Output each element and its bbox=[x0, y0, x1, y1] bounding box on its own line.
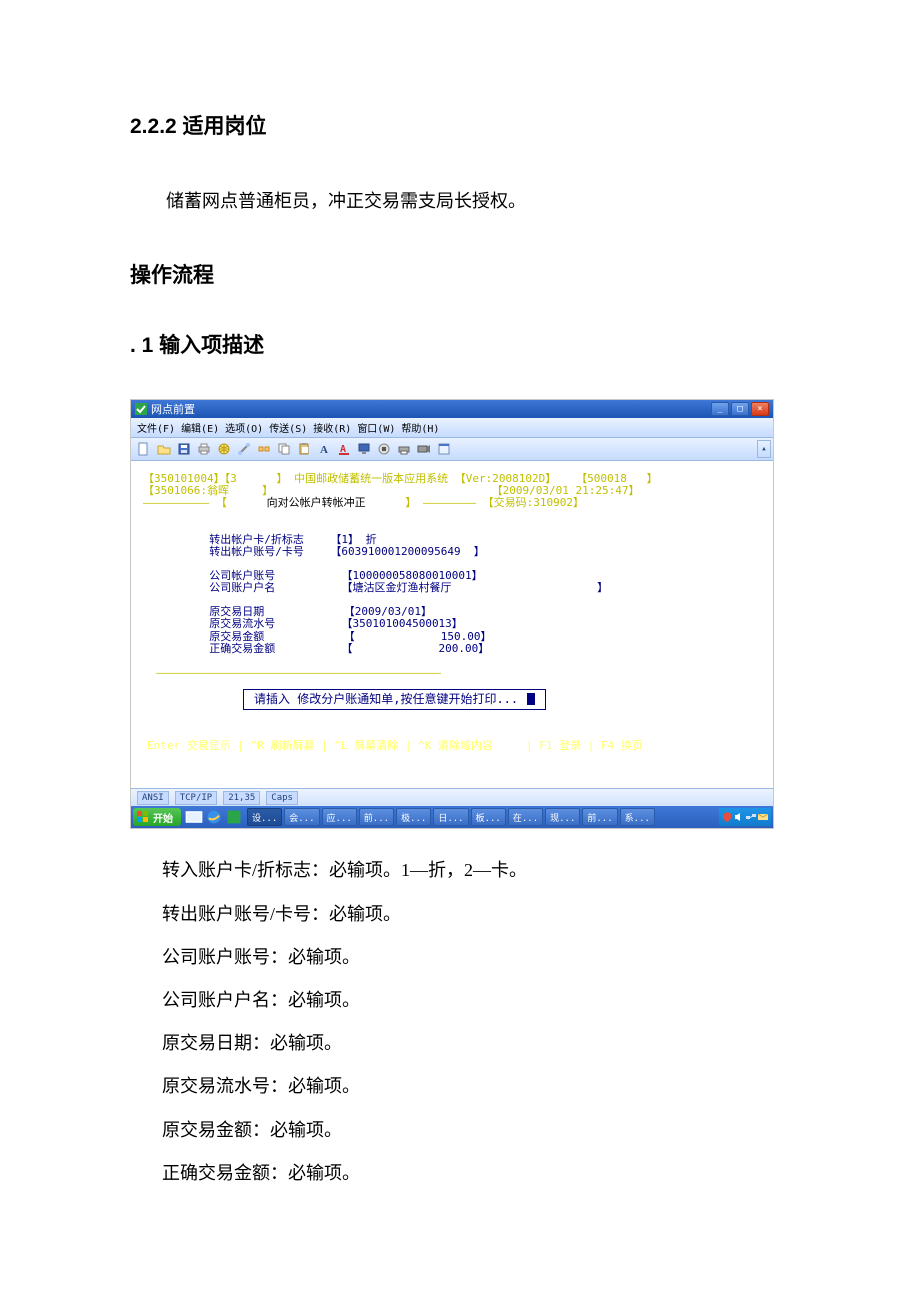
f1l: 转出帐户卡/折标志 bbox=[209, 533, 304, 546]
toolbar-printer2-icon[interactable] bbox=[395, 440, 413, 458]
toolbar-open-icon[interactable] bbox=[155, 440, 173, 458]
scroll-up-icon[interactable]: ▴ bbox=[757, 440, 771, 458]
toolbar-connect-icon[interactable] bbox=[235, 440, 253, 458]
taskbar-item[interactable]: 系... bbox=[620, 808, 655, 826]
f7v: 【 150.00】 bbox=[344, 630, 492, 643]
status-ansi: ANSI bbox=[137, 791, 169, 805]
desc-line-8: 正确交易金额：必输项。 bbox=[162, 1152, 790, 1195]
quicklaunch bbox=[185, 808, 243, 826]
status-pos: 21,35 bbox=[223, 791, 260, 805]
hr-left: —————————— 【 bbox=[143, 496, 227, 509]
f7l: 原交易金额 bbox=[209, 630, 264, 643]
statusbar: ANSI TCP/IP 21,35 Caps bbox=[131, 788, 773, 806]
system-tray[interactable] bbox=[719, 808, 771, 826]
tray-network-icon bbox=[746, 812, 756, 822]
taskbar-item[interactable]: 日... bbox=[433, 808, 468, 826]
toolbar-window-icon[interactable] bbox=[435, 440, 453, 458]
menu-receive[interactable]: 接收(R) bbox=[313, 420, 351, 435]
tray-volume-icon bbox=[734, 812, 744, 822]
tray-shield-icon bbox=[722, 812, 732, 822]
toolbar-save-icon[interactable] bbox=[175, 440, 193, 458]
taskbar-item[interactable]: 极... bbox=[396, 808, 431, 826]
taskbar-item[interactable]: 前... bbox=[359, 808, 394, 826]
taskbar-item[interactable]: 会... bbox=[284, 808, 319, 826]
toolbar-globe-icon[interactable] bbox=[215, 440, 233, 458]
menu-file[interactable]: 文件(F) bbox=[137, 420, 175, 435]
prompt-box: 请插入 修改分户账通知单,按任意键开始打印... bbox=[243, 689, 546, 710]
menu-window[interactable]: 窗口(W) bbox=[357, 420, 395, 435]
toolbar-color-icon[interactable]: A bbox=[335, 440, 353, 458]
hr-bottom: ————————————————————————————————————————… bbox=[156, 666, 441, 679]
tray-msg-icon bbox=[758, 812, 768, 822]
desc-line-2: 转出账户账号/卡号：必输项。 bbox=[162, 893, 790, 936]
toolbar: A A ▴ bbox=[131, 438, 773, 461]
section-heading-procedure: 操作流程 bbox=[130, 259, 790, 289]
minimize-button[interactable]: _ bbox=[711, 402, 729, 416]
taskbar-item[interactable]: 现... bbox=[545, 808, 580, 826]
toolbar-copy-icon[interactable] bbox=[275, 440, 293, 458]
f6l: 原交易流水号 bbox=[209, 617, 275, 630]
desc-line-1: 转入账户卡/折标志：必输项。1—折，2—卡。 bbox=[162, 849, 790, 892]
ql-desktop-icon[interactable] bbox=[185, 808, 203, 826]
status-tcpip: TCP/IP bbox=[175, 791, 218, 805]
desc-line-7: 原交易金额：必输项。 bbox=[162, 1109, 790, 1152]
taskbar-item[interactable]: 应... bbox=[322, 808, 357, 826]
f2v: 【603910001200095649 】 bbox=[330, 545, 484, 558]
toolbar-paste-icon[interactable] bbox=[295, 440, 313, 458]
svg-text:A: A bbox=[320, 444, 328, 456]
cursor-icon bbox=[527, 693, 535, 705]
menu-edit[interactable]: 编辑(E) bbox=[181, 420, 219, 435]
hdr-tx: 】 ———————— 【交易码:310902】 bbox=[405, 496, 584, 509]
toolbar-monitor-icon[interactable] bbox=[355, 440, 373, 458]
taskbar-item[interactable]: 板... bbox=[471, 808, 506, 826]
menu-help[interactable]: 帮助(H) bbox=[401, 420, 439, 435]
f8l: 正确交易金额 bbox=[209, 642, 275, 655]
taskbar: 开始 设... 会... 应... 前... 极... 日... 板... 在.… bbox=[131, 806, 773, 828]
toolbar-stop-icon[interactable] bbox=[375, 440, 393, 458]
taskbar-item[interactable]: 在... bbox=[508, 808, 543, 826]
taskbar-item[interactable]: 前... bbox=[582, 808, 617, 826]
taskbar-item[interactable]: 设... bbox=[247, 808, 282, 826]
windows-logo-icon bbox=[137, 811, 149, 823]
f4l: 公司账户户名 bbox=[209, 581, 275, 594]
f1v: 【1】 折 bbox=[330, 533, 376, 546]
window-titlebar: 网点前置 _ □ × bbox=[131, 400, 773, 418]
window-title: 网点前置 bbox=[151, 401, 711, 417]
menu-transfer[interactable]: 传送(S) bbox=[269, 420, 307, 435]
ql-ie-icon[interactable] bbox=[205, 808, 223, 826]
ql-app-icon[interactable] bbox=[225, 808, 243, 826]
desc-line-4: 公司账户户名：必输项。 bbox=[162, 979, 790, 1022]
document-page: 2.2.2 适用岗位 储蓄网点普通柜员，冲正交易需支局长授权。 操作流程 . 1… bbox=[0, 0, 920, 1275]
toolbar-new-icon[interactable] bbox=[135, 440, 153, 458]
fkeys-hint: Enter 交易显示 | ^R 刷新屏幕 | ^L 屏幕清除 | ^K 清除域内… bbox=[147, 740, 761, 752]
status-caps: Caps bbox=[266, 791, 298, 805]
desc-line-3: 公司账户账号：必输项。 bbox=[162, 936, 790, 979]
toolbar-font-a-icon[interactable]: A bbox=[315, 440, 333, 458]
start-button[interactable]: 开始 bbox=[133, 808, 181, 826]
menubar: 文件(F) 编辑(E) 选项(O) 传送(S) 接收(R) 窗口(W) 帮助(H… bbox=[131, 418, 773, 438]
f6v: 【350101004500013】 bbox=[341, 617, 462, 630]
toolbar-disconnect-icon[interactable] bbox=[255, 440, 273, 458]
maximize-button[interactable]: □ bbox=[731, 402, 749, 416]
start-label: 开始 bbox=[153, 810, 173, 825]
section-heading-2-2-2: 2.2.2 适用岗位 bbox=[130, 110, 790, 140]
toolbar-print-icon[interactable] bbox=[195, 440, 213, 458]
section-paragraph: 储蓄网点普通柜员，冲正交易需支局长授权。 bbox=[130, 180, 790, 223]
app-screenshot: 网点前置 _ □ × 文件(F) 编辑(E) 选项(O) 传送(S) 接收(R)… bbox=[130, 399, 774, 829]
f4v: 【塘沽区金灯渔村餐厅 】 bbox=[341, 581, 608, 594]
menu-select[interactable]: 选项(O) bbox=[225, 420, 263, 435]
taskbar-items: 设... 会... 应... 前... 极... 日... 板... 在... … bbox=[247, 808, 655, 826]
close-button[interactable]: × bbox=[751, 402, 769, 416]
desc-line-6: 原交易流水号：必输项。 bbox=[162, 1065, 790, 1108]
f2l: 转出帐户账号/卡号 bbox=[209, 545, 304, 558]
app-icon bbox=[135, 403, 147, 415]
prompt-text: 请插入 修改分户账通知单,按任意键开始打印... bbox=[254, 692, 518, 706]
desc-line-5: 原交易日期：必输项。 bbox=[162, 1022, 790, 1065]
section-heading-input-desc: . 1 输入项描述 bbox=[130, 329, 790, 359]
terminal-area: 【350101004】【3 】 中国邮政储蓄统一版本应用系统 【Ver:2008… bbox=[131, 461, 773, 788]
hdr-op: 向对公帐户转帐冲正 bbox=[267, 496, 366, 509]
f8v: 【 200.00】 bbox=[341, 642, 489, 655]
toolbar-record-icon[interactable] bbox=[415, 440, 433, 458]
